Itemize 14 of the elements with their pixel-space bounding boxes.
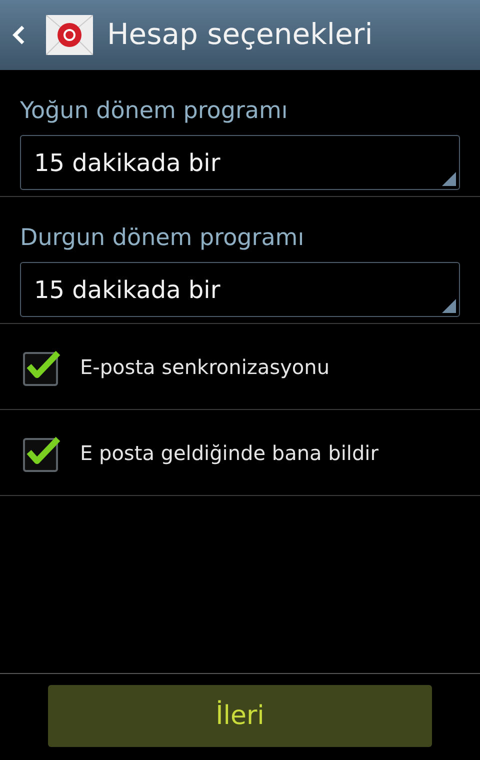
dropdown-field[interactable]: 15 dakikada bir <box>20 262 460 317</box>
envelope-icon <box>46 15 93 55</box>
dropdown-corner-icon <box>442 299 456 313</box>
option-label: E posta geldiğinde bana bildir <box>80 440 378 466</box>
dropdown-field[interactable]: 15 dakikada bir <box>20 135 460 190</box>
next-button[interactable]: İleri <box>48 685 432 747</box>
screen-title: Hesap seçenekleri <box>107 16 373 54</box>
checkbox-row[interactable]: E posta geldiğinde bana bildir <box>0 410 480 496</box>
back-icon <box>12 25 26 45</box>
dropdown-corner-icon <box>442 172 456 186</box>
option-label: E-posta senkronizasyonu <box>80 354 330 380</box>
setting-label: Yoğun dönem programı <box>20 97 289 126</box>
setting-label: Durgun dönem programı <box>20 224 306 253</box>
checkbox-row[interactable]: E-posta senkronizasyonu <box>0 324 480 410</box>
